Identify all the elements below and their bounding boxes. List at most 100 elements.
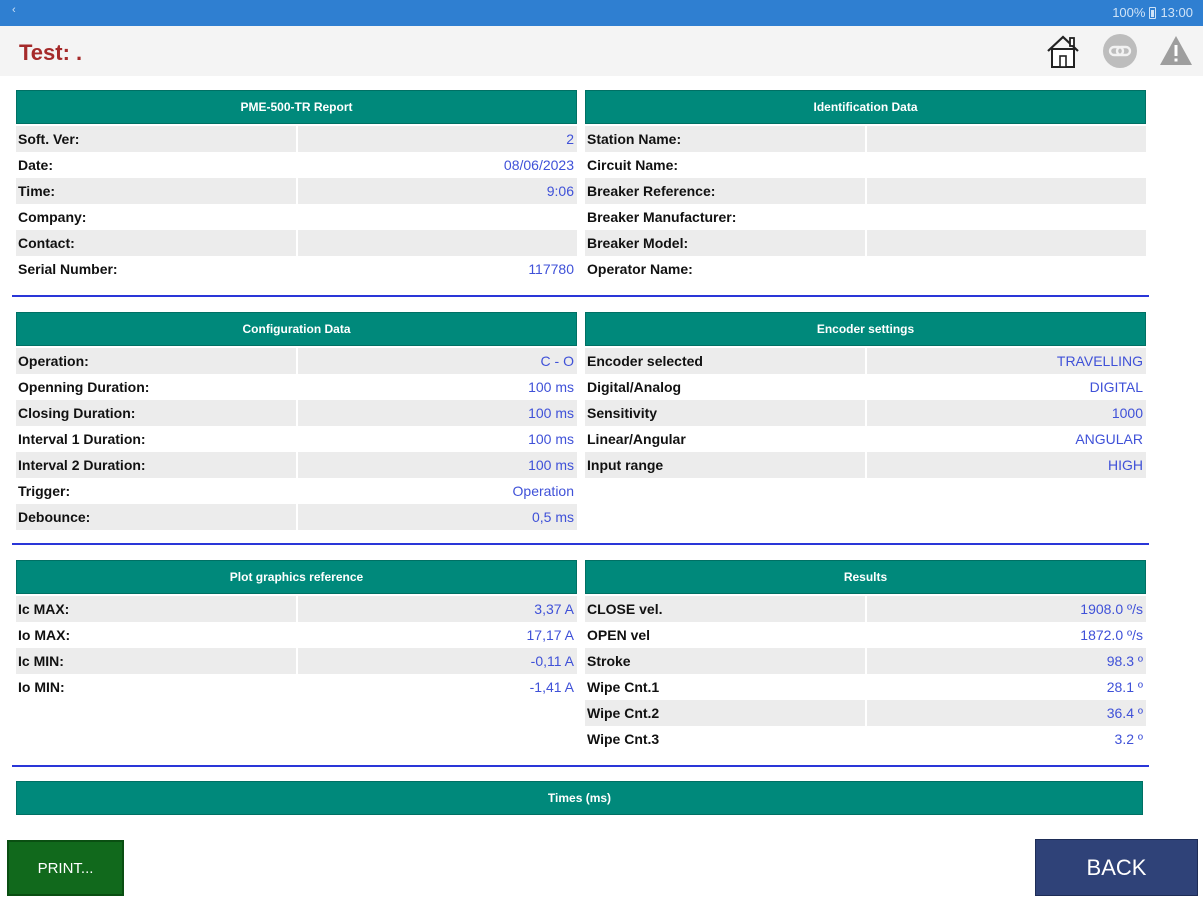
row-label: Operation: xyxy=(16,348,296,374)
identification-panel: Identification Data Station Name: Circuit… xyxy=(585,90,1146,282)
row-label: Trigger: xyxy=(18,483,71,499)
battery-icon xyxy=(1149,6,1157,19)
row-label: Contact: xyxy=(16,230,296,256)
row-value: 98.3 º xyxy=(867,648,1146,674)
table-row: Company: xyxy=(16,204,577,230)
row-value: -1,41 A xyxy=(529,679,574,695)
row-label: CLOSE vel. xyxy=(585,596,865,622)
table-row: Digital/Analog DIGITAL xyxy=(585,374,1146,400)
row-value: 100 ms xyxy=(298,400,577,426)
row-value: HIGH xyxy=(867,452,1146,478)
print-button[interactable]: PRINT... xyxy=(7,840,124,896)
table-row: Stroke 98.3 º xyxy=(585,648,1146,674)
row-value: 28.1 º xyxy=(1106,679,1143,695)
row-label: Station Name: xyxy=(585,126,865,152)
table-row: Ic MAX: 3,37 A xyxy=(16,596,577,622)
row-value xyxy=(867,256,1146,282)
row-label: Breaker Reference: xyxy=(585,178,865,204)
panel-header: Plot graphics reference xyxy=(16,560,577,594)
status-back-glyph: ‹ xyxy=(12,4,16,16)
row-label: Breaker Manufacturer: xyxy=(587,209,737,225)
row-value: 117780 xyxy=(528,261,574,277)
table-row: Serial Number: 117780 xyxy=(16,256,577,282)
table-row: Interval 2 Duration: 100 ms xyxy=(16,452,577,478)
row-value: 1872.0 º/s xyxy=(1080,627,1143,643)
page-title: Test: . xyxy=(19,40,83,65)
row-label: Breaker Model: xyxy=(585,230,865,256)
row-label: Encoder selected xyxy=(585,348,865,374)
status-time: 13:00 xyxy=(1160,5,1193,20)
row-value: 1908.0 º/s xyxy=(867,596,1146,622)
table-row: Sensitivity 1000 xyxy=(585,400,1146,426)
row-value: DIGITAL xyxy=(1089,379,1143,395)
table-row: Encoder selected TRAVELLING xyxy=(585,348,1146,374)
panel-header: PME-500-TR Report xyxy=(16,90,577,124)
row-value: 9:06 xyxy=(298,178,577,204)
panel-header: Times (ms) xyxy=(16,781,1143,815)
row-value: 100 ms xyxy=(528,379,574,395)
table-row: Linear/Angular ANGULAR xyxy=(585,426,1146,452)
status-bar: ‹ 100% 13:00 xyxy=(0,0,1203,26)
table-row: Station Name: xyxy=(585,126,1146,152)
table-row: Input range HIGH xyxy=(585,452,1146,478)
table-row: Wipe Cnt.1 28.1 º xyxy=(585,674,1146,700)
row-label: Serial Number: xyxy=(18,261,118,277)
battery-percent: 100% xyxy=(1112,5,1146,20)
home-icon[interactable] xyxy=(1043,31,1083,71)
row-label: Soft. Ver: xyxy=(16,126,296,152)
status-right: 100% 13:00 xyxy=(1112,5,1193,20)
table-row: Breaker Reference: xyxy=(585,178,1146,204)
row-label: Interval 2 Duration: xyxy=(16,452,296,478)
row-value: C - O xyxy=(298,348,577,374)
table-row: Operation: C - O xyxy=(16,348,577,374)
section-divider xyxy=(12,295,1149,297)
row-label: Ic MIN: xyxy=(16,648,296,674)
table-row: Interval 1 Duration: 100 ms xyxy=(16,426,577,452)
encoder-panel: Encoder settings Encoder selected TRAVELL… xyxy=(585,312,1146,478)
row-label: Time: xyxy=(16,178,296,204)
row-label: Wipe Cnt.3 xyxy=(587,731,660,747)
row-label: Io MAX: xyxy=(18,627,71,643)
table-row: OPEN vel 1872.0 º/s xyxy=(585,622,1146,648)
table-row: Soft. Ver: 2 xyxy=(16,126,577,152)
row-label: Openning Duration: xyxy=(18,379,150,395)
report-panel: PME-500-TR Report Soft. Ver: 2 Date: 08/06/… xyxy=(16,90,577,282)
row-label: Circuit Name: xyxy=(587,157,679,173)
link-icon[interactable] xyxy=(1100,31,1140,71)
row-label: Interval 1 Duration: xyxy=(18,431,146,447)
panel-header: Identification Data xyxy=(585,90,1146,124)
section-divider xyxy=(12,543,1149,545)
table-row: Date: 08/06/2023 xyxy=(16,152,577,178)
table-row: Wipe Cnt.2 36.4 º xyxy=(585,700,1146,726)
table-row: CLOSE vel. 1908.0 º/s xyxy=(585,596,1146,622)
row-value xyxy=(867,178,1146,204)
table-row: Time: 9:06 xyxy=(16,178,577,204)
row-value: 0,5 ms xyxy=(298,504,577,530)
row-label: Wipe Cnt.1 xyxy=(587,679,660,695)
row-value: 36.4 º xyxy=(867,700,1146,726)
row-label: Closing Duration: xyxy=(16,400,296,426)
table-row: Operator Name: xyxy=(585,256,1146,282)
row-value: 3,37 A xyxy=(298,596,577,622)
times-panel: Times (ms) xyxy=(16,781,1143,815)
table-row: Wipe Cnt.3 3.2 º xyxy=(585,726,1146,752)
row-value: 100 ms xyxy=(298,452,577,478)
row-value: 2 xyxy=(298,126,577,152)
configuration-panel: Configuration Data Operation: C - O Openni… xyxy=(16,312,577,530)
table-row: Io MIN: -1,41 A xyxy=(16,674,577,700)
table-row: Contact: xyxy=(16,230,577,256)
row-label: Linear/Angular xyxy=(587,431,686,447)
row-value xyxy=(867,152,1146,178)
panel-header: Results xyxy=(585,560,1146,594)
bottom-bar: PRINT... BACK xyxy=(0,816,1203,900)
back-button[interactable]: BACK xyxy=(1035,839,1198,896)
report-content[interactable]: PME-500-TR Report Soft. Ver: 2 Date: 08/06/… xyxy=(0,76,1203,816)
table-row: Closing Duration: 100 ms xyxy=(16,400,577,426)
row-label: Input range xyxy=(585,452,865,478)
row-value xyxy=(867,230,1146,256)
row-value: Operation xyxy=(512,483,574,499)
section-divider xyxy=(12,765,1149,767)
warning-icon[interactable] xyxy=(1156,31,1196,71)
results-panel: Results CLOSE vel. 1908.0 º/s OPEN vel 1872… xyxy=(585,560,1146,752)
table-row: Ic MIN: -0,11 A xyxy=(16,648,577,674)
